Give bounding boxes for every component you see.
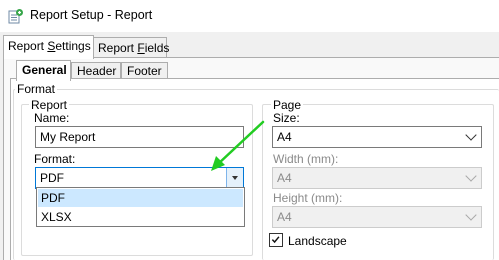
width-select-value: A4 [277, 171, 292, 185]
size-select[interactable]: A4 [272, 126, 482, 148]
format-options-list: PDF XLSX [36, 187, 245, 227]
size-label: Size: [273, 111, 300, 125]
size-select-value: A4 [277, 130, 292, 144]
app-icon [8, 9, 23, 24]
page-group-legend: Page [271, 98, 304, 112]
chevron-down-icon [465, 209, 477, 221]
height-select: A4 [272, 206, 482, 228]
format-option-pdf-label: PDF [41, 191, 65, 205]
format-label: Format: [34, 152, 76, 166]
width-select: A4 [272, 167, 482, 189]
format-select-value: PDF [40, 171, 64, 185]
chevron-down-icon [465, 129, 477, 141]
annotation-arrow-icon [211, 120, 265, 171]
tab-report-settings[interactable]: Report Settings [3, 35, 94, 59]
tab-header-label: Header [77, 64, 117, 78]
name-label: Name: [34, 111, 70, 125]
format-option-xlsx[interactable]: XLSX [38, 208, 243, 226]
report-group-legend: Report [29, 98, 70, 112]
tab-report-fields[interactable]: Report Fields [93, 37, 170, 58]
width-label: Width (mm): [273, 152, 339, 166]
tab-footer-label: Footer [127, 64, 162, 78]
tab-general-label: General [22, 63, 67, 77]
tab-general[interactable]: General [16, 60, 71, 81]
format-group-legend: Format [15, 82, 58, 96]
landscape-checkbox[interactable] [269, 233, 283, 247]
checkmark-icon [271, 236, 280, 244]
height-label: Height (mm): [273, 191, 343, 205]
format-option-pdf[interactable]: PDF [38, 189, 243, 207]
height-select-value: A4 [277, 210, 292, 224]
tab-report-fields-label: Report Fields [98, 41, 170, 55]
chevron-down-icon [465, 170, 477, 182]
dropdown-arrow-icon [232, 176, 238, 180]
tab-report-settings-label: Report Settings [8, 39, 91, 53]
window-title: Report Setup - Report [30, 8, 153, 22]
landscape-label[interactable]: Landscape [288, 234, 347, 248]
format-option-xlsx-label: XLSX [41, 210, 72, 224]
